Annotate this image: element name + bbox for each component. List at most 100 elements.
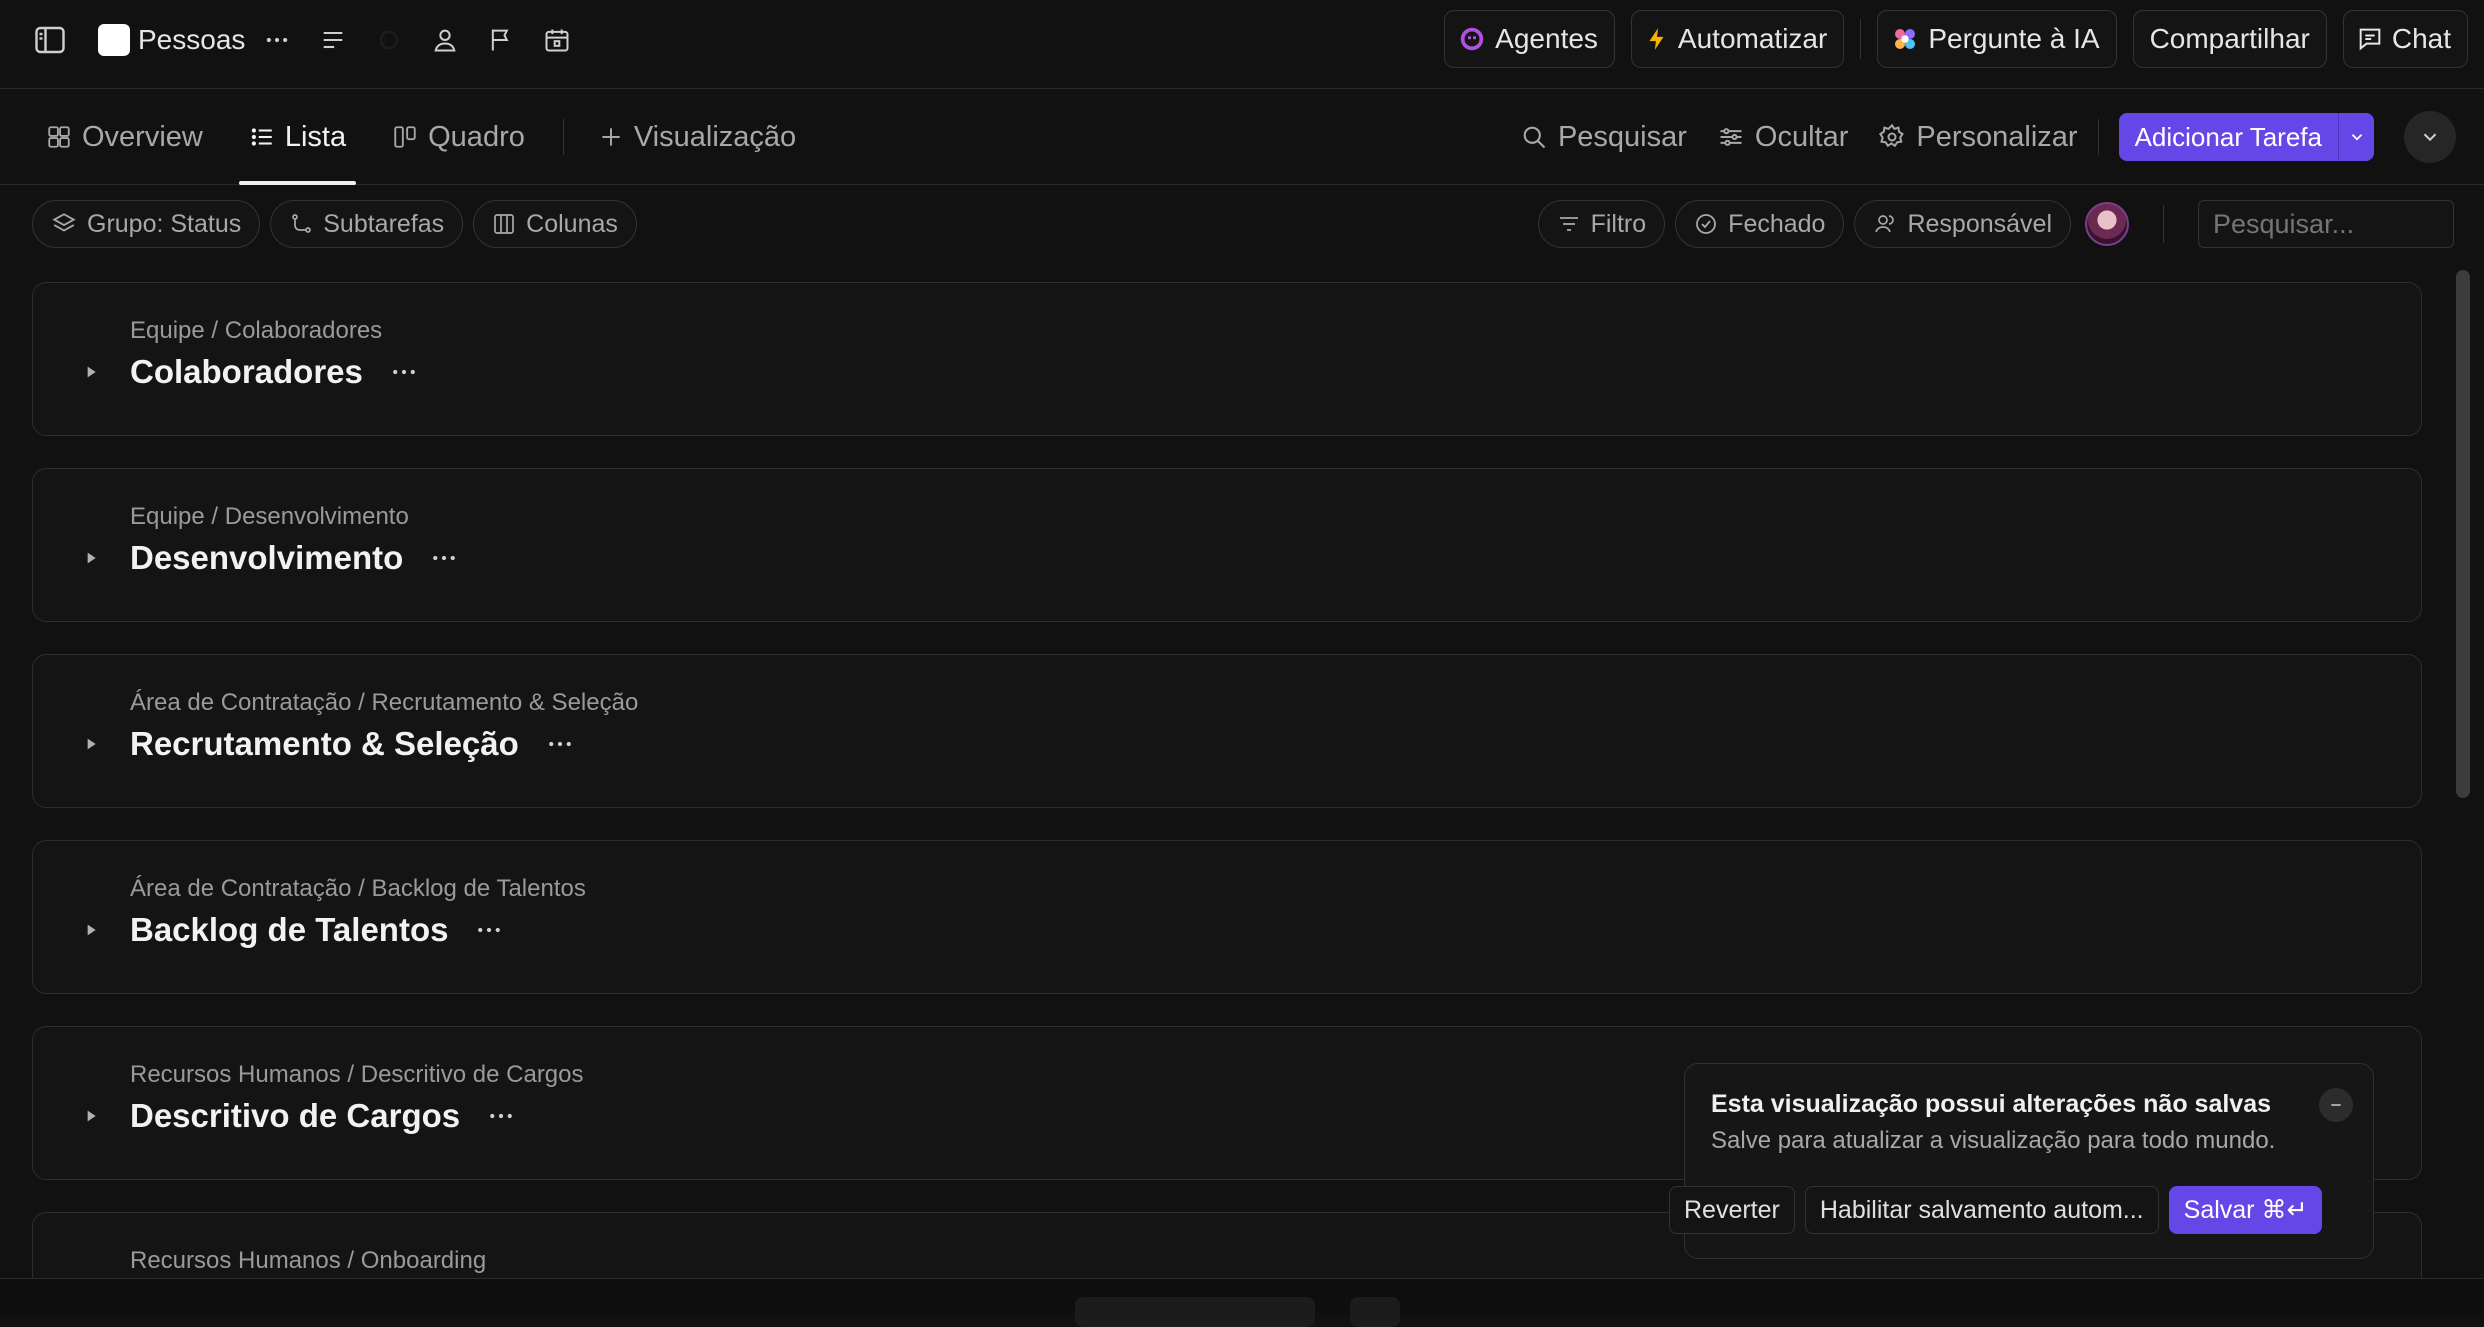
tab-board[interactable]: Quadro [376, 89, 541, 185]
filter-chips-left: Grupo: Status Subtarefas Colunas [32, 200, 637, 248]
view-bar: Overview Lista Quadro Visualização Pesqu… [0, 89, 2484, 185]
share-label: Compartilhar [2149, 23, 2310, 54]
customize-label: Personalizar [1916, 120, 2078, 153]
collapse-chevron-icon[interactable] [2404, 111, 2456, 163]
filter-chips-right: Filtro Fechado Responsável [1537, 200, 2454, 248]
automate-label: Automatizar [1677, 23, 1828, 54]
revert-button[interactable]: Reverter [1669, 1186, 1795, 1234]
board-icon [392, 124, 418, 150]
ai-sparkle-icon [1890, 24, 1920, 54]
customize-button[interactable]: Personalizar [1878, 120, 2078, 154]
add-task-button-group: Adicionar Tarefa [2118, 113, 2374, 161]
search-input[interactable] [2198, 200, 2454, 248]
group-title[interactable]: Recrutamento & Seleção [130, 725, 519, 763]
scrollbar[interactable] [2456, 270, 2470, 798]
hide-button[interactable]: Ocultar [1717, 121, 1848, 154]
view-actions: Pesquisar Ocultar Personalizar Adicionar… [1520, 89, 2456, 185]
chat-button[interactable]: Chat [2342, 10, 2468, 68]
enable-autosave-button[interactable]: Habilitar salvamento autom... [1804, 1186, 2159, 1234]
chevron-down-icon[interactable] [2338, 113, 2374, 161]
more-options-icon[interactable] [255, 18, 299, 62]
sliders-icon [1717, 123, 1745, 151]
tab-overview[interactable]: Overview [30, 89, 219, 185]
group-header: Recrutamento & Seleção [81, 725, 575, 763]
group-by-label: Grupo: Status [87, 209, 242, 238]
bottom-dock-item[interactable] [1075, 1297, 1315, 1327]
add-view-button[interactable]: Visualização [582, 89, 812, 185]
group-title[interactable]: Backlog de Talentos [130, 911, 448, 949]
filter-bar: Grupo: Status Subtarefas Colunas Filtro [0, 200, 2484, 252]
ask-ai-label: Pergunte à IA [1928, 23, 2100, 54]
top-bar-right: Agentes Automatizar Pergunte à IA Compar… [1444, 10, 2468, 68]
more-options-icon[interactable] [474, 915, 504, 945]
group-path: Equipe / Desenvolvimento [130, 503, 409, 530]
caret-right-icon[interactable] [81, 1106, 101, 1126]
caret-right-icon[interactable] [81, 548, 101, 568]
description-icon[interactable] [311, 18, 355, 62]
divider [562, 119, 564, 155]
group-header: Colaboradores [81, 353, 419, 391]
group-path: Equipe / Colaboradores [130, 317, 383, 344]
group-card: Equipe / Colaboradores Colaboradores [32, 282, 2422, 436]
avatar[interactable] [2085, 202, 2129, 246]
caret-right-icon[interactable] [81, 920, 101, 940]
toast-title: Esta visualização possui alterações não … [1711, 1090, 2272, 1118]
more-options-icon[interactable] [486, 1101, 516, 1131]
lightning-icon [1644, 24, 1670, 54]
closed-chip[interactable]: Fechado [1675, 200, 1845, 248]
divider [1860, 19, 1862, 59]
calendar-icon[interactable] [535, 18, 579, 62]
tab-list[interactable]: Lista [233, 89, 362, 185]
automate-button[interactable]: Automatizar [1630, 10, 1845, 68]
users-icon [1873, 212, 1897, 236]
add-view-label: Visualização [633, 120, 797, 153]
assignee-chip[interactable]: Responsável [1854, 200, 2071, 248]
bottom-dock-item[interactable] [1350, 1297, 1400, 1327]
chat-icon [2356, 25, 2384, 53]
columns-chip[interactable]: Colunas [473, 200, 637, 248]
group-card: Equipe / Desenvolvimento Desenvolvimento [32, 468, 2422, 622]
space-avatar [98, 24, 130, 56]
group-header: Desenvolvimento [81, 539, 459, 577]
view-tabs: Overview Lista Quadro Visualização [30, 89, 812, 185]
agents-button[interactable]: Agentes [1444, 10, 1615, 68]
add-task-button[interactable]: Adicionar Tarefa [2119, 113, 2338, 161]
save-button[interactable]: Salvar ⌘↵ [2168, 1186, 2323, 1234]
more-options-icon[interactable] [389, 357, 419, 387]
priority-flag-icon[interactable] [479, 18, 523, 62]
more-options-icon[interactable] [545, 729, 575, 759]
tab-board-label: Quadro [428, 120, 525, 153]
group-title[interactable]: Descritivo de Cargos [130, 1097, 460, 1135]
tab-list-label: Lista [284, 120, 347, 153]
minimize-icon[interactable] [2319, 1088, 2353, 1122]
closed-label: Fechado [1728, 209, 1826, 238]
subtasks-label: Subtarefas [323, 209, 445, 238]
group-path: Área de Contratação / Backlog de Talento… [130, 875, 586, 902]
toast-actions: Reverter Habilitar salvamento autom... S… [1669, 1186, 2323, 1234]
assignee-icon[interactable] [423, 18, 467, 62]
group-title[interactable]: Desenvolvimento [130, 539, 403, 577]
sidebar-toggle-icon[interactable] [28, 18, 72, 62]
ask-ai-button[interactable]: Pergunte à IA [1877, 10, 2117, 68]
space-selector[interactable]: Pessoas [98, 24, 245, 56]
hide-label: Ocultar [1754, 120, 1849, 153]
filter-chip[interactable]: Filtro [1537, 200, 1666, 248]
group-title[interactable]: Colaboradores [130, 353, 363, 391]
search-icon [1520, 123, 1548, 151]
top-bar-left: Pessoas [28, 0, 579, 80]
assignee-label: Responsável [1907, 209, 2052, 238]
more-options-icon[interactable] [429, 543, 459, 573]
caret-right-icon[interactable] [81, 362, 101, 382]
status-icon[interactable] [367, 18, 411, 62]
space-name: Pessoas [138, 24, 246, 55]
caret-right-icon[interactable] [81, 734, 101, 754]
agents-label: Agentes [1495, 23, 1598, 54]
search-button[interactable]: Pesquisar [1520, 121, 1687, 154]
share-button[interactable]: Compartilhar [2132, 10, 2327, 68]
gear-icon [1878, 123, 1906, 151]
layers-icon [51, 211, 77, 237]
group-by-chip[interactable]: Grupo: Status [32, 200, 261, 248]
subtasks-chip[interactable]: Subtarefas [270, 200, 464, 248]
tab-overview-label: Overview [82, 120, 203, 153]
group-card: Área de Contratação / Recrutamento & Sel… [32, 654, 2422, 808]
